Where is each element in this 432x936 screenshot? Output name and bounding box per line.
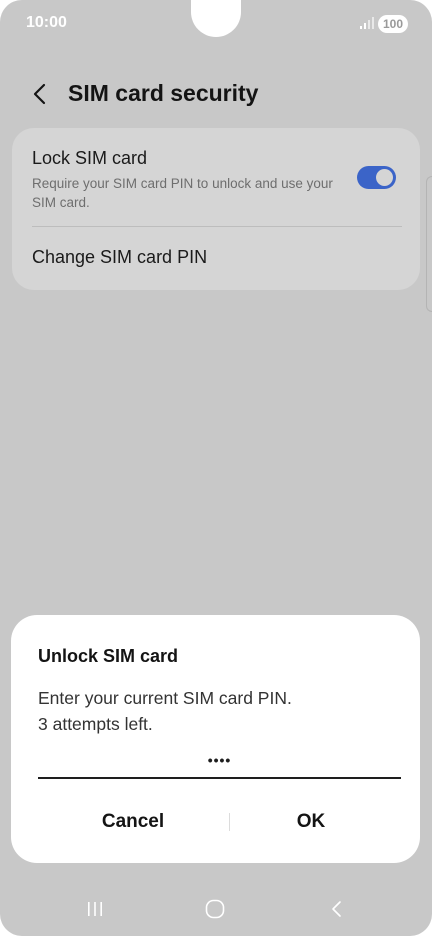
navigation-bar [0,884,432,934]
lock-sim-card-row[interactable]: Lock SIM card Require your SIM card PIN … [12,128,420,226]
home-icon[interactable] [204,898,226,920]
change-sim-pin-row[interactable]: Change SIM card PIN [12,227,420,290]
header: SIM card security [0,70,432,118]
cancel-button[interactable]: Cancel [33,801,233,843]
chevron-left-icon [33,83,46,105]
edge-panel-handle[interactable] [426,176,432,312]
back-icon[interactable] [326,898,348,920]
page-title: SIM card security [68,80,259,106]
lock-sim-card-title: Lock SIM card [32,148,148,168]
dialog-title: Unlock SIM card [38,646,179,666]
camera-notch [191,0,241,37]
dialog-message: Enter your current SIM card PIN. 3 attem… [38,685,398,737]
toggle-knob [376,169,393,186]
status-time: 10:00 [26,14,67,31]
signal-icon [360,17,374,29]
settings-card: Lock SIM card Require your SIM card PIN … [12,128,420,290]
dialog-buttons: Cancel OK [11,801,420,843]
lock-sim-card-description: Require your SIM card PIN to unlock and … [32,176,333,210]
unlock-sim-dialog: Unlock SIM card Enter your current SIM c… [11,615,420,863]
status-bar: 10:00 100 [0,0,432,48]
ok-button[interactable]: OK [211,801,411,843]
lock-sim-card-toggle[interactable] [357,166,396,189]
back-button[interactable] [26,80,54,108]
battery-icon: 100 [378,15,408,33]
dialog-attempts-line: 3 attempts left. [38,714,153,734]
screen: 10:00 100 SIM card security Lock SIM car… [0,0,432,936]
dialog-message-line: Enter your current SIM card PIN. [38,688,292,708]
change-sim-pin-title: Change SIM card PIN [32,247,208,267]
recents-icon[interactable] [84,898,106,920]
pin-input[interactable]: •••• [38,745,401,779]
